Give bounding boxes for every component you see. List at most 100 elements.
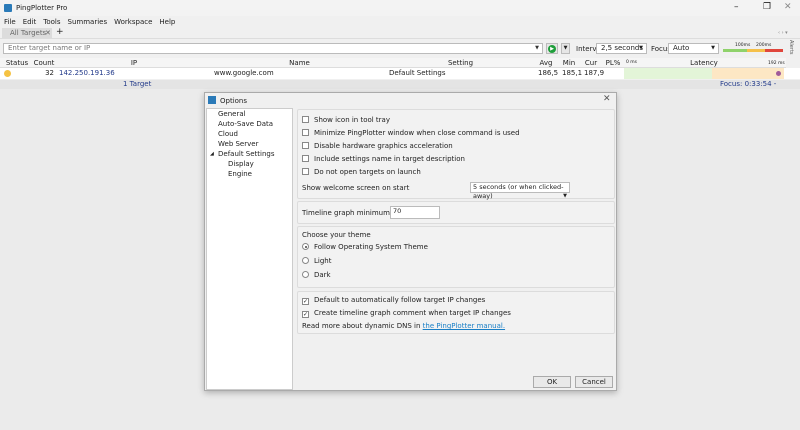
- nav-cloud[interactable]: Cloud: [207, 129, 292, 139]
- target-placeholder: Enter target name or IP: [8, 44, 91, 52]
- menu-workspace[interactable]: Workspace: [114, 18, 152, 26]
- welcome-value: 5 seconds (or when clicked-away): [473, 183, 564, 200]
- header-setting[interactable]: Setting: [387, 58, 534, 68]
- close-icon[interactable]: ✕: [784, 2, 792, 12]
- menu-summaries[interactable]: Summaries: [68, 18, 108, 26]
- dropdown-icon[interactable]: ▼: [535, 44, 539, 53]
- header-name[interactable]: Name: [212, 58, 387, 68]
- menu-edit[interactable]: Edit: [23, 18, 37, 26]
- radio-label: Dark: [314, 271, 331, 279]
- alerts-tab[interactable]: Alerts: [788, 40, 794, 55]
- check-show-icon[interactable]: Show icon in tool tray: [302, 115, 390, 125]
- welcome-label: Show welcome screen on start: [302, 184, 410, 192]
- checkbox[interactable]: ✓: [302, 298, 309, 305]
- tab-all-targets[interactable]: All Targets ✕: [2, 28, 52, 38]
- options-icon: [208, 96, 216, 104]
- manual-link[interactable]: the PingPlotter manual.: [423, 322, 505, 330]
- timeline-group: Timeline graph minimum height 70: [297, 201, 615, 224]
- chevron-down-icon: ▼: [563, 193, 567, 199]
- check-include-settings[interactable]: Include settings name in target descript…: [302, 154, 465, 164]
- check-no-open[interactable]: Do not open targets on launch: [302, 167, 421, 177]
- checkbox[interactable]: [302, 168, 309, 175]
- cell-avg: 186,5: [538, 69, 559, 77]
- cell-min: 185,1: [562, 69, 583, 77]
- header-avg[interactable]: Avg: [534, 58, 558, 68]
- checkbox[interactable]: ✓: [302, 311, 309, 318]
- check-label: Disable hardware graphics acceleration: [314, 142, 453, 150]
- radio-label: Light: [314, 257, 332, 265]
- welcome-select[interactable]: 5 seconds (or when clicked-away) ▼: [470, 182, 570, 200]
- tab-label: All Targets: [10, 29, 47, 37]
- check-label: Create timeline graph comment when targe…: [314, 309, 511, 317]
- latency-scale-bar: [723, 49, 783, 52]
- check-minimize[interactable]: Minimize PingPlotter window when close c…: [302, 128, 520, 138]
- checkbox[interactable]: [302, 155, 309, 162]
- nav-display[interactable]: Display: [207, 159, 292, 169]
- nav-default-settings-label: Default Settings: [218, 150, 275, 158]
- radio[interactable]: [302, 243, 309, 250]
- check-label: Do not open targets on launch: [314, 168, 421, 176]
- cell-count: 32: [45, 69, 54, 77]
- options-nav: General Auto-Save Data Cloud Web Server …: [206, 108, 293, 390]
- check-label: Minimize PingPlotter window when close c…: [314, 129, 520, 137]
- menu-tools[interactable]: Tools: [43, 18, 60, 26]
- expand-icon[interactable]: ◢: [210, 149, 214, 159]
- check-label: Include settings name in target descript…: [314, 155, 465, 163]
- restore-icon[interactable]: ❐: [763, 2, 771, 12]
- scale-100-label: 100ms: [735, 43, 751, 48]
- table-row[interactable]: 32 142.250.191.36 www.google.com Default…: [0, 68, 800, 79]
- tab-scroll-icon[interactable]: ‹ › ▾: [778, 30, 788, 36]
- nav-default-settings[interactable]: ◢ Default Settings: [207, 149, 292, 159]
- check-label: Default to automatically follow target I…: [314, 296, 486, 304]
- header-latency[interactable]: Latency: [624, 58, 784, 68]
- play-icon: ▶: [548, 45, 556, 53]
- menu-bar: File Edit Tools Summaries Workspace Help: [4, 18, 182, 26]
- checkbox[interactable]: [302, 142, 309, 149]
- check-follow-ip[interactable]: ✓ Default to automatically follow target …: [302, 295, 485, 305]
- tab-close-icon[interactable]: ✕: [45, 28, 51, 38]
- menu-help[interactable]: Help: [159, 18, 175, 26]
- menu-file[interactable]: File: [4, 18, 16, 26]
- add-tab-icon[interactable]: +: [56, 27, 64, 37]
- dns-note: Read more about dynamic DNS in the PingP…: [302, 321, 505, 331]
- timeline-height-input[interactable]: 70: [390, 206, 440, 219]
- check-disable-hw[interactable]: Disable hardware graphics acceleration: [302, 141, 453, 151]
- nav-general[interactable]: General: [207, 109, 292, 119]
- radio[interactable]: [302, 271, 309, 278]
- chevron-down-icon: ▼: [639, 45, 643, 51]
- nav-auto-save[interactable]: Auto-Save Data: [207, 119, 292, 129]
- header-ip[interactable]: IP: [56, 58, 212, 68]
- checkbox[interactable]: [302, 129, 309, 136]
- header-min[interactable]: Min: [558, 58, 580, 68]
- dialog-close-icon[interactable]: ✕: [603, 94, 611, 104]
- chevron-down-icon: ▼: [711, 45, 715, 51]
- header-status[interactable]: Status: [0, 58, 34, 68]
- radio[interactable]: [302, 257, 309, 264]
- focus-value: Auto: [673, 44, 690, 52]
- nav-web-server[interactable]: Web Server: [207, 139, 292, 149]
- cancel-button[interactable]: Cancel: [575, 376, 613, 388]
- interval-select[interactable]: 2,5 seconds ▼: [596, 43, 647, 54]
- focus-select[interactable]: Auto ▼: [668, 43, 719, 54]
- start-button[interactable]: ▶: [546, 43, 558, 54]
- radio-follow-os[interactable]: Follow Operating System Theme: [302, 242, 428, 252]
- radio-light[interactable]: Light: [302, 256, 331, 266]
- status-bar: 1 Target Focus: 0:33:54 - 0:43:54: [0, 80, 800, 97]
- target-input[interactable]: Enter target name or IP ▼: [3, 43, 543, 54]
- radio-dark[interactable]: Dark: [302, 270, 331, 280]
- dns-text: Read more about dynamic DNS in: [302, 322, 423, 330]
- header-cur[interactable]: Cur: [580, 58, 602, 68]
- check-timeline-comment[interactable]: ✓ Create timeline graph comment when targ…: [302, 308, 511, 318]
- header-count[interactable]: Count: [32, 58, 56, 68]
- ok-button[interactable]: OK: [533, 376, 571, 388]
- theme-label: Choose your theme: [302, 231, 371, 239]
- cell-ip: 142.250.191.36: [59, 69, 115, 77]
- nav-engine[interactable]: Engine: [207, 169, 292, 179]
- minimize-icon[interactable]: –: [734, 2, 739, 12]
- checkbox[interactable]: [302, 116, 309, 123]
- start-options-dropdown[interactable]: ▼: [561, 43, 570, 54]
- app-logo-icon: [4, 4, 12, 12]
- options-dialog: Options ✕ General Auto-Save Data Cloud W…: [204, 92, 617, 391]
- table-header: Status Count IP Name Setting Avg Min Cur…: [0, 58, 786, 68]
- header-pl[interactable]: PL%: [602, 58, 624, 68]
